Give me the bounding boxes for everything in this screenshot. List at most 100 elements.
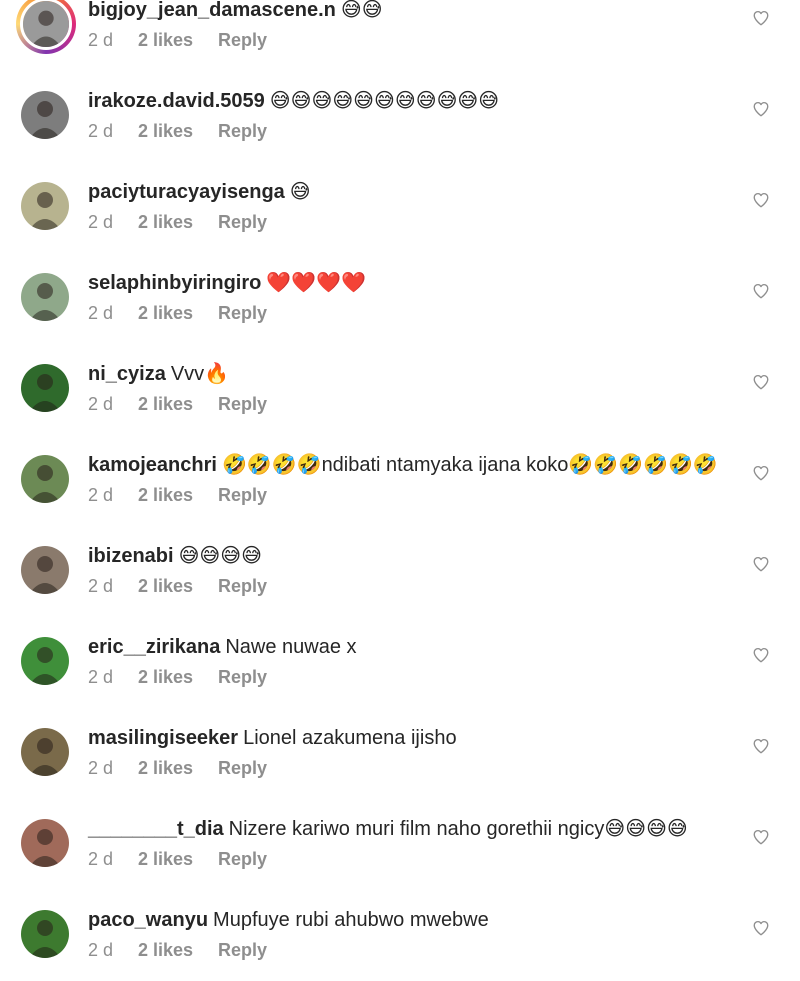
avatar-image [21, 182, 69, 230]
comment-likes-link[interactable]: 2 likes [138, 302, 218, 324]
avatar[interactable] [21, 728, 69, 776]
reply-button[interactable]: Reply [218, 757, 267, 779]
comment-username[interactable]: eric__zirikana [88, 636, 220, 658]
like-heart-icon[interactable] [752, 828, 770, 846]
comment-likes-link[interactable]: 2 likes [138, 393, 218, 415]
comment-timestamp: 2 d [88, 30, 114, 50]
reply-button[interactable]: Reply [218, 575, 267, 597]
reply-button[interactable]: Reply [218, 29, 267, 51]
like-heart-icon[interactable] [752, 282, 770, 300]
reply-button[interactable]: Reply [218, 484, 267, 506]
comment-body: 😅😅 [340, 0, 383, 21]
comment-text-line: paciyturacyayisenga 😅 [88, 179, 730, 205]
comment-username[interactable]: bigjoy_jean_damascene.n [88, 0, 336, 21]
comment-row: irakoze.david.5059 😅😅😅😅😅😅😅😅😅😅😅 2 d 2 likes R… [0, 71, 800, 162]
like-heart-icon[interactable] [752, 737, 770, 755]
comment-username[interactable]: selaphinbyiringiro [88, 272, 261, 294]
comment-text-line: bigjoy_jean_damascene.n 😅😅 [88, 0, 730, 23]
comments-list: bigjoy_jean_damascene.n 😅😅 2 d2 likes Reply… [0, 0, 800, 981]
avatar[interactable] [21, 455, 69, 503]
comment-username[interactable]: ni_cyiza [88, 363, 166, 385]
comment-timestamp: 2 d [88, 758, 114, 778]
reply-button[interactable]: Reply [218, 848, 267, 870]
avatar[interactable] [21, 546, 69, 594]
avatar-image [21, 637, 69, 685]
comment-likes-link[interactable]: 2 likes [138, 29, 218, 51]
avatar[interactable] [21, 910, 69, 958]
comment-timestamp: 2 d [88, 212, 114, 232]
like-heart-icon[interactable] [752, 373, 770, 391]
comment-username[interactable]: paciyturacyayisenga [88, 181, 285, 203]
reply-button[interactable]: Reply [218, 302, 267, 324]
comment-row: kamojeanchri 🤣🤣🤣🤣ndibati ntamyaka ijana k… [0, 435, 800, 526]
comment-username[interactable]: masilingiseeker [88, 727, 238, 749]
avatar-image [21, 819, 69, 867]
comment-meta: 2 d 2 likes Reply [88, 666, 267, 688]
like-heart-icon[interactable] [752, 555, 770, 573]
comment-timestamp: 2 d [88, 849, 114, 869]
comment-likes-link[interactable]: 2 likes [138, 666, 218, 688]
comment-body: 😅😅😅😅😅😅😅😅😅😅😅 [269, 90, 500, 112]
avatar[interactable] [16, 0, 76, 54]
like-heart-icon[interactable] [752, 9, 770, 27]
avatar-image [21, 910, 69, 958]
comment-row: ibizenabi 😅😅😅😅 2 d 2 likes Reply [0, 526, 800, 617]
reply-button[interactable]: Reply [218, 120, 267, 142]
comment-row: selaphinbyiringiro ❤️❤️❤️❤️ 2 d 2 likes Repl… [0, 253, 800, 344]
comment-likes-link[interactable]: 2 likes [138, 484, 218, 506]
comment-text-line: irakoze.david.5059 😅😅😅😅😅😅😅😅😅😅😅 [88, 88, 730, 114]
comment-body: Lionel azakumena ijisho [243, 727, 457, 749]
comment-username[interactable]: ibizenabi [88, 545, 174, 567]
comment-row: eric__zirikana Nawe nuwae x 2 d 2 likes Repl… [0, 617, 800, 708]
avatar-image [21, 546, 69, 594]
comment-text-line: paco_wanyu Mupfuye rubi ahubwo mwebwe [88, 907, 730, 933]
avatar-image [21, 364, 69, 412]
comment-text-line: masilingiseeker Lionel azakumena ijisho [88, 725, 730, 751]
avatar[interactable] [21, 273, 69, 321]
comment-likes-link[interactable]: 2 likes [138, 939, 218, 961]
comment-text-line: kamojeanchri 🤣🤣🤣🤣ndibati ntamyaka ijana k… [88, 452, 730, 478]
comment-meta: 2 d 2 likes Reply [88, 302, 267, 324]
comment-body: 😅😅😅😅 [178, 545, 262, 567]
like-heart-icon[interactable] [752, 646, 770, 664]
like-heart-icon[interactable] [752, 100, 770, 118]
comment-meta: 2 d 2 likes Reply [88, 29, 267, 51]
reply-button[interactable]: Reply [218, 666, 267, 688]
like-heart-icon[interactable] [752, 919, 770, 937]
like-heart-icon[interactable] [752, 464, 770, 482]
comment-likes-link[interactable]: 2 likes [138, 211, 218, 233]
avatar-image [23, 1, 69, 47]
comment-timestamp: 2 d [88, 121, 114, 141]
comment-row: ________t_dia Nizere kariwo muri film nah… [0, 799, 800, 890]
like-heart-icon[interactable] [752, 191, 770, 209]
avatar[interactable] [21, 637, 69, 685]
avatar[interactable] [21, 364, 69, 412]
comment-username[interactable]: paco_wanyu [88, 909, 208, 931]
comment-meta: 2 d 2 likes Reply [88, 211, 267, 233]
comment-body: Vvv🔥 [170, 363, 230, 385]
comment-row: paciyturacyayisenga 😅 2 d 2 likes Reply [0, 162, 800, 253]
comment-username[interactable]: irakoze.david.5059 [88, 90, 265, 112]
comment-username[interactable]: kamojeanchri [88, 454, 217, 476]
comment-meta: 2 d 2 likes Reply [88, 484, 267, 506]
comment-text-line: ni_cyiza Vvv🔥 [88, 361, 730, 387]
comment-timestamp: 2 d [88, 667, 114, 687]
comment-likes-link[interactable]: 2 likes [138, 575, 218, 597]
comment-timestamp: 2 d [88, 303, 114, 323]
reply-button[interactable]: Reply [218, 393, 267, 415]
comment-timestamp: 2 d [88, 576, 114, 596]
comment-timestamp: 2 d [88, 940, 114, 960]
comment-row: paco_wanyu Mupfuye rubi ahubwo mwebwe 2 d 2… [0, 890, 800, 981]
reply-button[interactable]: Reply [218, 211, 267, 233]
comment-likes-link[interactable]: 2 likes [138, 757, 218, 779]
avatar[interactable] [21, 182, 69, 230]
comment-likes-link[interactable]: 2 likes [138, 848, 218, 870]
comment-likes-link[interactable]: 2 likes [138, 120, 218, 142]
comment-row: masilingiseeker Lionel azakumena ijisho 2 … [0, 708, 800, 799]
comment-meta: 2 d 2 likes Reply [88, 757, 267, 779]
comment-body: Nizere kariwo muri film naho gorethii ng… [228, 818, 688, 840]
reply-button[interactable]: Reply [218, 939, 267, 961]
avatar[interactable] [21, 91, 69, 139]
comment-username[interactable]: ________t_dia [88, 818, 224, 840]
avatar[interactable] [21, 819, 69, 867]
